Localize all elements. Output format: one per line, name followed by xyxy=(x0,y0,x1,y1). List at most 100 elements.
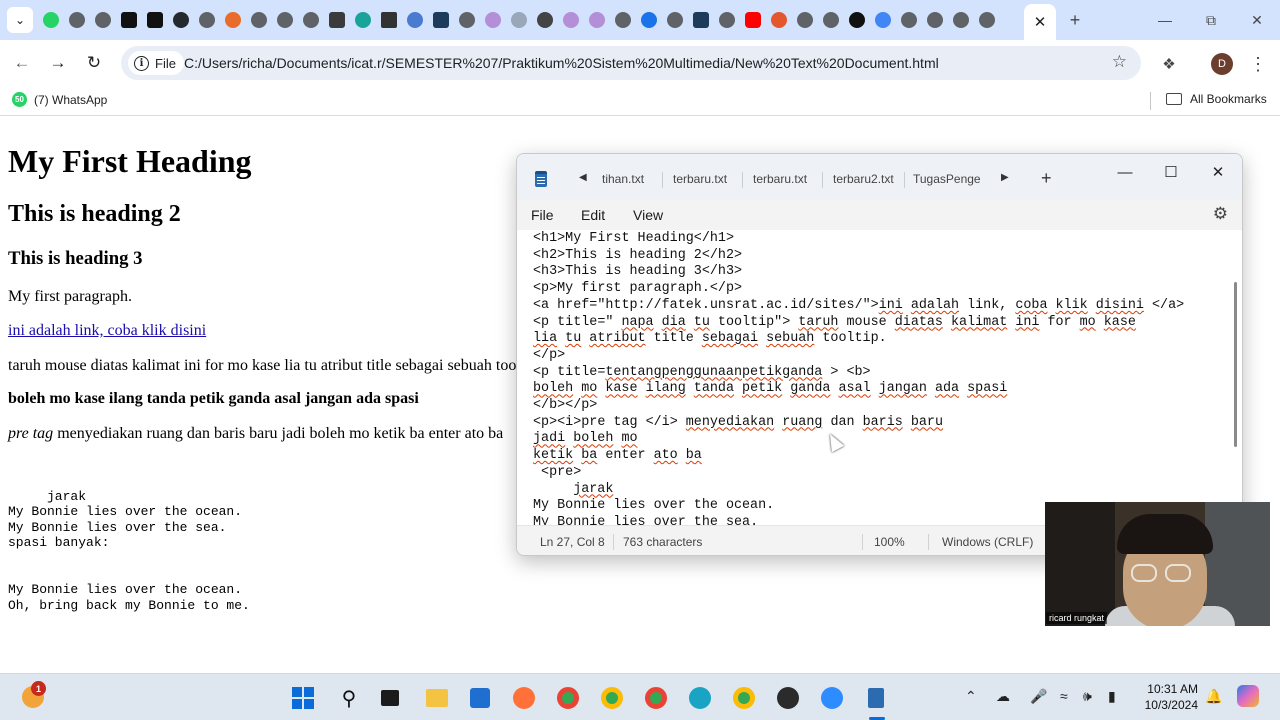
notepad-maximize-icon[interactable]: ☐ xyxy=(1156,160,1186,184)
bookmark-star-icon[interactable]: ☆ xyxy=(1112,52,1127,72)
menu-file[interactable]: File xyxy=(531,207,554,223)
system-clock[interactable]: 10:31 AM 10/3/2024 xyxy=(1140,681,1198,713)
volume-icon[interactable]: 🕪 xyxy=(1083,688,1092,705)
bookmark-whatsapp[interactable]: 50 (7) WhatsApp xyxy=(12,92,107,107)
window-close-icon[interactable]: ✕ xyxy=(1242,9,1272,31)
tab-site[interactable] xyxy=(688,9,714,31)
tab-site[interactable] xyxy=(974,9,1000,31)
line-ending[interactable]: Windows (CRLF) xyxy=(942,535,1033,549)
tab-site[interactable] xyxy=(636,9,662,31)
extensions-puzzle-icon[interactable]: ❖ xyxy=(1157,52,1181,76)
tab-site[interactable] xyxy=(766,9,792,31)
microphone-icon[interactable]: 🎤 xyxy=(1030,688,1047,705)
address-bar[interactable]: i File C:/Users/richa/Documents/icat.r/S… xyxy=(121,46,1141,80)
code-line: ketik ba enter ato ba xyxy=(533,448,702,464)
chrome-profile-icon[interactable] xyxy=(600,686,624,710)
tab-site[interactable] xyxy=(558,9,584,31)
file-explorer-icon[interactable] xyxy=(425,686,449,710)
firefox-icon[interactable] xyxy=(512,686,536,710)
kebab-menu-icon[interactable]: ⋮ xyxy=(1248,52,1268,76)
wifi-icon[interactable]: ≈ xyxy=(1060,688,1068,704)
chrome-profile-icon[interactable] xyxy=(732,686,756,710)
tab-site[interactable] xyxy=(376,9,402,31)
tab-site[interactable] xyxy=(844,9,870,31)
tab-site[interactable] xyxy=(818,9,844,31)
notepad-close-icon[interactable]: ✕ xyxy=(1203,160,1233,184)
notepad-tab[interactable]: terbaru.txt xyxy=(753,172,807,186)
obs-icon[interactable] xyxy=(776,686,800,710)
notepad-tab[interactable]: tihan.txt xyxy=(602,172,644,186)
tab-site[interactable] xyxy=(714,9,740,31)
tab-site[interactable] xyxy=(402,9,428,31)
tab-site[interactable] xyxy=(298,9,324,31)
tab-site[interactable] xyxy=(922,9,948,31)
page-link[interactable]: ini adalah link, coba klik disini xyxy=(8,322,206,340)
tab-site[interactable] xyxy=(480,9,506,31)
minimize-icon[interactable]: — xyxy=(1150,9,1180,31)
tab-site[interactable] xyxy=(532,9,558,31)
back-arrow-icon[interactable]: ← xyxy=(10,51,34,75)
tab-site[interactable] xyxy=(948,9,974,31)
zoom-level[interactable]: 100% xyxy=(874,535,905,549)
tab-site[interactable] xyxy=(350,9,376,31)
tab-site[interactable] xyxy=(64,9,90,31)
settings-gear-icon[interactable]: ⚙ xyxy=(1213,204,1228,224)
restore-icon[interactable]: ⧉ xyxy=(1196,9,1226,31)
zoom-icon[interactable] xyxy=(820,686,844,710)
active-tab-close-icon[interactable]: ✕ xyxy=(1024,4,1056,40)
new-tab-plus-icon[interactable]: + xyxy=(1064,9,1086,31)
tab-site[interactable] xyxy=(142,9,168,31)
notepad-text-area[interactable]: <h1>My First Heading</h1> <h2>This is hea… xyxy=(517,230,1242,525)
chrome-icon[interactable] xyxy=(556,686,580,710)
tab-site[interactable] xyxy=(220,9,246,31)
edge-icon[interactable] xyxy=(688,686,712,710)
tab-site[interactable] xyxy=(428,9,454,31)
tab-site[interactable] xyxy=(168,9,194,31)
show-hidden-icons-chevron-icon[interactable]: ⌃ xyxy=(965,688,977,705)
tab-search-chevron-icon[interactable]: ⌄ xyxy=(7,7,33,33)
tab-site[interactable] xyxy=(506,9,532,31)
tab-google[interactable] xyxy=(870,9,896,31)
menu-edit[interactable]: Edit xyxy=(581,207,605,223)
onedrive-cloud-icon[interactable]: ☁ xyxy=(996,688,1010,705)
task-view-icon[interactable] xyxy=(378,686,402,710)
notepad-tab[interactable]: TugasPenge xyxy=(913,172,981,186)
profile-avatar[interactable]: D xyxy=(1211,53,1233,75)
tab-site[interactable] xyxy=(90,9,116,31)
tab-site[interactable] xyxy=(272,9,298,31)
tab-site[interactable] xyxy=(116,9,142,31)
url-text[interactable]: C:/Users/richa/Documents/icat.r/SEMESTER… xyxy=(184,55,939,71)
start-windows-icon[interactable] xyxy=(291,686,315,710)
reload-icon[interactable]: ↻ xyxy=(82,51,106,75)
notepad-tab[interactable]: terbaru.txt xyxy=(673,172,727,186)
tab-site[interactable] xyxy=(662,9,688,31)
notepad-tab[interactable]: terbaru2.txt xyxy=(833,172,894,186)
tab-site[interactable] xyxy=(792,9,818,31)
search-icon[interactable]: ⚲ xyxy=(337,686,361,710)
notepad-taskbar-icon[interactable] xyxy=(864,686,888,710)
notepad-new-tab-icon[interactable]: + xyxy=(1041,168,1052,189)
tab-youtube[interactable] xyxy=(740,9,766,31)
chrome-profile-icon[interactable] xyxy=(644,686,668,710)
site-info-chip[interactable]: i File xyxy=(128,51,184,75)
tab-scroll-left-icon[interactable]: ◀ xyxy=(579,172,587,183)
copilot-icon[interactable] xyxy=(1237,685,1259,707)
tab-site[interactable] xyxy=(584,9,610,31)
editor-scrollbar[interactable] xyxy=(1234,282,1237,447)
tab-scroll-right-icon[interactable]: ▶ xyxy=(1001,172,1009,183)
battery-icon[interactable]: ▮ xyxy=(1108,688,1116,705)
tab-whatsapp[interactable] xyxy=(38,9,64,31)
notepad-minimize-icon[interactable]: — xyxy=(1110,160,1140,184)
notepad-code[interactable]: <h1>My First Heading</h1> <h2>This is hea… xyxy=(533,231,1184,525)
tab-site[interactable] xyxy=(454,9,480,31)
tab-site[interactable] xyxy=(194,9,220,31)
tab-site[interactable] xyxy=(324,9,350,31)
tab-site[interactable] xyxy=(896,9,922,31)
microsoft-store-icon[interactable] xyxy=(468,686,492,710)
notification-bell-icon[interactable]: 🔔 xyxy=(1205,688,1222,705)
tab-site[interactable] xyxy=(246,9,272,31)
all-bookmarks-button[interactable]: All Bookmarks xyxy=(1166,92,1267,106)
tab-site[interactable] xyxy=(610,9,636,31)
forward-arrow-icon[interactable]: → xyxy=(46,51,70,75)
menu-view[interactable]: View xyxy=(633,207,663,223)
